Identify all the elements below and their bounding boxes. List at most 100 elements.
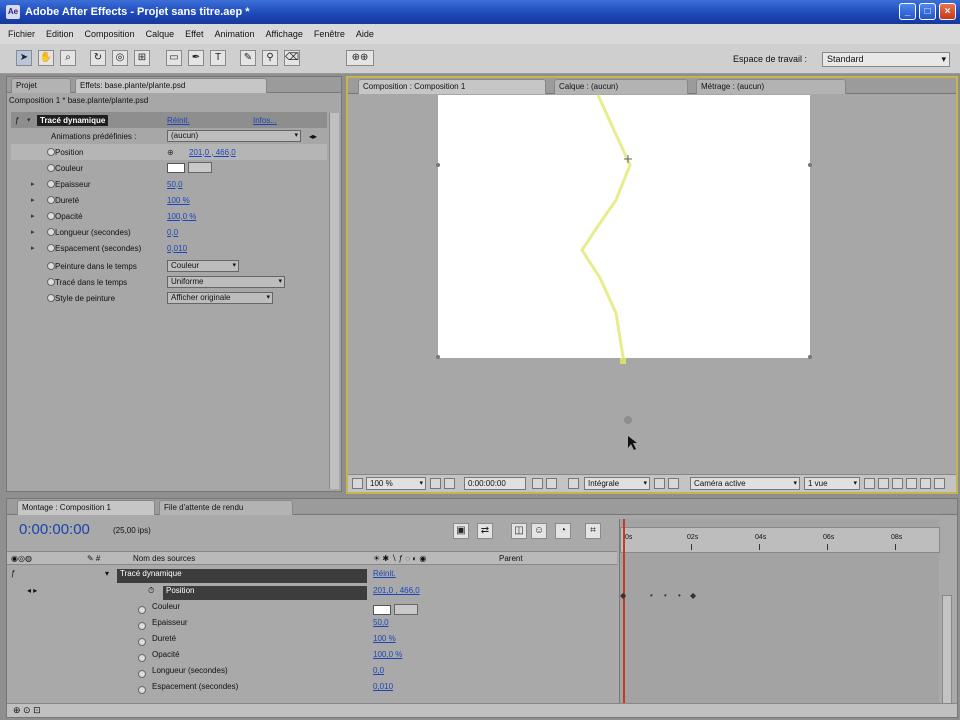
tl-prop-value[interactable]: 0,0 [373,666,384,675]
stopwatch-icon[interactable] [47,148,55,156]
prop-value[interactable]: 100,0 % [167,212,196,221]
menu-composition[interactable]: Composition [85,29,135,39]
stopwatch-icon[interactable] [47,244,55,252]
zoom-tool-icon[interactable]: ⌕ [60,50,76,66]
brush-tool-icon[interactable]: ✎ [240,50,256,66]
snapshot-icon[interactable] [532,478,543,489]
stopwatch-icon[interactable] [138,606,146,614]
text-tool-icon[interactable]: T [210,50,226,66]
style-peinture-select[interactable]: Afficher originale ▾ [167,292,273,304]
comp-mini-flowchart-icon[interactable]: ▣ [453,523,469,539]
motion-blur-icon[interactable]: ◔ [555,523,571,539]
expand-triangle-icon[interactable]: ▾ [27,116,31,124]
effect-reset-link[interactable]: Réinit. [167,116,190,125]
prop-value[interactable]: 0,010 [167,244,187,253]
selection-tool-icon[interactable]: ➤ [16,50,32,66]
effects-scrollbar[interactable] [329,113,339,489]
stopwatch-active-icon[interactable]: ⏱ [148,586,154,596]
stopwatch-icon[interactable] [138,638,146,646]
minimize-button[interactable]: _ [899,3,916,20]
live-update-icon[interactable]: ⇄ [477,523,493,539]
stopwatch-icon[interactable] [138,654,146,662]
resolution-select[interactable]: Intégrale ▾ [584,477,650,490]
stopwatch-icon[interactable] [47,262,55,270]
expand-triangle-icon[interactable]: ▸ [31,244,35,252]
effect-fx-icon[interactable]: ƒ [11,569,15,578]
expand-triangle-icon[interactable]: ▸ [31,212,35,220]
axis-mode-icon[interactable]: ⊕⊕ [346,50,374,66]
prop-value[interactable]: 100 % [167,196,190,205]
prop-value[interactable]: 201,0 , 466,0 [189,148,236,157]
mask-tool-icon[interactable]: ▭ [166,50,182,66]
tl-prop-value[interactable]: 50,0 [373,618,389,627]
tab-render-queue[interactable]: File d'attente de rendu [159,500,293,515]
effect-about-link[interactable]: Infos... [253,116,277,125]
expand-triangle-icon[interactable]: ▾ [105,569,109,578]
prop-value[interactable]: 0,0 [167,228,178,237]
crosshair-icon[interactable]: ⊕ [167,148,174,157]
keyframe-diamond-icon[interactable]: ◆ [690,591,696,600]
warning-icon[interactable] [934,478,945,489]
clone-stamp-tool-icon[interactable]: ⚲ [262,50,278,66]
expand-triangle-icon[interactable]: ▸ [31,180,35,188]
current-time-indicator[interactable] [623,519,625,715]
keyframe-dot-icon[interactable]: • [650,591,653,600]
safe-zones-icon[interactable] [352,478,363,489]
eyedropper-icon[interactable] [394,604,418,615]
expand-triangle-icon[interactable]: ▸ [31,196,35,204]
expand-collapse-icons[interactable]: ⊕ ⊙ ⊡ [13,705,41,716]
effect-fx-icon[interactable]: ƒ [15,116,19,125]
maximize-button[interactable]: □ [919,3,936,20]
tab-montage[interactable]: Montage : Composition 1 [17,500,155,515]
stopwatch-icon[interactable] [138,622,146,630]
menu-calque[interactable]: Calque [146,29,175,39]
close-button[interactable]: × [939,3,956,20]
rotate-tool-icon[interactable]: ↻ [90,50,106,66]
current-time-field[interactable]: 0:00:00:00 [464,477,526,490]
menu-aide[interactable]: Aide [356,29,374,39]
workspace-select[interactable]: Standard ▾ [822,52,950,67]
stopwatch-icon[interactable] [47,212,55,220]
peinture-temps-select[interactable]: Couleur ▾ [167,260,239,272]
stopwatch-icon[interactable] [138,670,146,678]
color-swatch[interactable] [373,605,391,615]
views-select[interactable]: 1 vue ▾ [804,477,860,490]
pan-behind-tool-icon[interactable]: ⊞ [134,50,150,66]
prop-value[interactable]: 50,0 [167,180,183,189]
stopwatch-icon[interactable] [47,228,55,236]
menu-edition[interactable]: Edition [46,29,74,39]
tl-prop-value[interactable]: 201,0 , 466,0 [373,586,420,595]
tl-prop-value[interactable]: 100 % [373,634,396,643]
current-time-display[interactable]: 0:00:00:00 [19,521,90,538]
exposure-icon[interactable] [920,478,931,489]
menu-fenetre[interactable]: Fenêtre [314,29,345,39]
col-source-name[interactable]: Nom des sources [133,554,195,563]
timeline-link-icon[interactable] [892,478,903,489]
color-swatch[interactable] [167,163,185,173]
draft-3d-icon[interactable]: ◫ [511,523,527,539]
mask-visibility-icon[interactable] [444,478,455,489]
tab-project[interactable]: Projet [11,78,71,93]
menu-affichage[interactable]: Affichage [266,29,303,39]
orbit-camera-tool-icon[interactable]: ◎ [112,50,128,66]
pixel-aspect-icon[interactable] [864,478,875,489]
eraser-tool-icon[interactable]: ⌫ [284,50,300,66]
grid-icon[interactable] [430,478,441,489]
camera-select[interactable]: Caméra active ▾ [690,477,800,490]
hide-shy-layers-icon[interactable]: ☺ [531,523,547,539]
preset-arrows-icon[interactable]: ◂▸ [309,132,317,141]
graph-editor-icon[interactable]: ⌗ [585,523,601,539]
show-channel-icon[interactable] [546,478,557,489]
menu-fichier[interactable]: Fichier [8,29,35,39]
pen-tool-icon[interactable]: ✒ [188,50,204,66]
timeline-scrollbar[interactable] [942,595,952,709]
keyframe-dot-icon[interactable]: • [664,591,667,600]
time-ruler[interactable]: 0s 02s 04s 06s 08s [620,527,940,553]
effect-reset-link[interactable]: Réinit. [373,569,396,578]
stopwatch-icon[interactable] [47,294,55,302]
expand-triangle-icon[interactable]: ▸ [31,228,35,236]
menu-effet[interactable]: Effet [185,29,203,39]
magnifier-icon[interactable] [568,478,579,489]
menu-animation[interactable]: Animation [214,29,254,39]
eyedropper-icon[interactable] [188,162,212,173]
